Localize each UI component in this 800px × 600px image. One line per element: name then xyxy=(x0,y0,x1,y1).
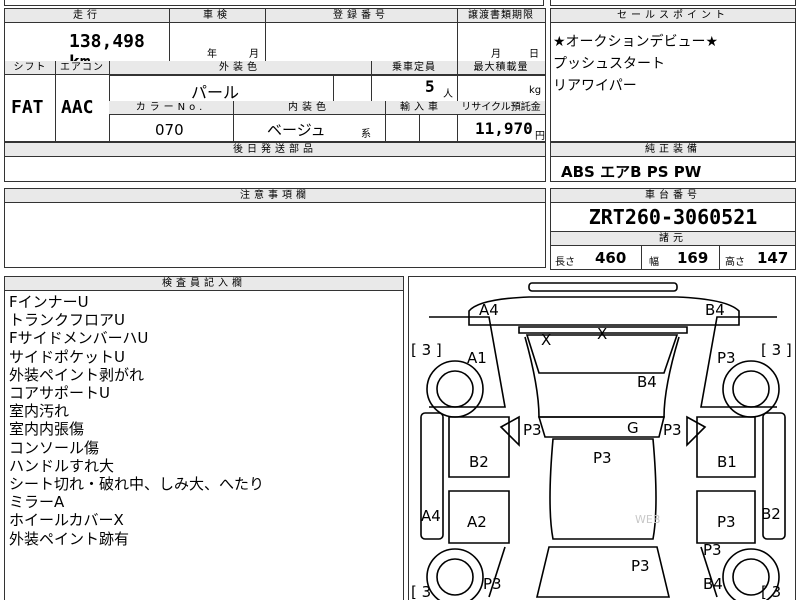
chassis-value: ZRT260-3060521 xyxy=(588,205,758,229)
top-strip-right xyxy=(550,0,796,6)
interior-color-suffix: 系 xyxy=(361,129,371,140)
exterior-color-label: 外装色 xyxy=(109,61,371,75)
mark-bracket-tl: [ 3 ] xyxy=(411,341,442,359)
vehicle-info-table: 走行 車検 登録番号 譲渡書類期限 138,498 km 年 月 月 日 シフト… xyxy=(4,8,546,142)
max-load-unit: kg xyxy=(529,85,542,96)
watermark: WEB xyxy=(635,513,661,526)
mark-bracket-bl: [ 3 xyxy=(411,583,432,600)
color-no-value: 070 xyxy=(155,121,184,139)
remark-line: 外装ペイント剥がれ xyxy=(9,365,145,384)
mark-x1: X xyxy=(541,331,552,349)
chassis-box: 車台番号 ZRT260-3060521 諸元 長さ 460 幅 169 高さ 1… xyxy=(550,188,796,270)
interior-color-label: 内装色 xyxy=(233,101,385,115)
aircon-label: エアコン xyxy=(55,61,109,75)
sales-points-box: セールスポイント ★オークションデビュー★ プッシュスタート リアワイパー xyxy=(550,8,796,142)
color-no-label: カラーNo. xyxy=(109,101,233,115)
mark-p3-bottom-left: P3 xyxy=(483,575,502,593)
remark-line: トランクフロアU xyxy=(9,311,125,330)
transfer-day: 日 xyxy=(529,49,539,60)
equipment-box: 純正装備 ABS エアB PS PW xyxy=(550,142,796,182)
width-label: 幅 xyxy=(649,257,659,268)
later-parts-box: 後日発送部品 xyxy=(4,142,546,182)
top-strip xyxy=(4,0,544,6)
mark-b2-left: B2 xyxy=(469,453,489,471)
chassis-label: 車台番号 xyxy=(551,189,795,203)
mark-a1: A1 xyxy=(467,349,487,367)
remark-line: ミラーA xyxy=(9,493,65,512)
mark-b2-right: B2 xyxy=(761,505,781,523)
transfer-label: 譲渡書類期限 xyxy=(457,9,545,23)
mark-p3-right-lower: P3 xyxy=(703,541,722,559)
import-label: 輸入車 xyxy=(385,101,457,115)
mark-g: G xyxy=(627,419,639,437)
max-load-label: 最大積載量 xyxy=(457,61,545,75)
remark-line: 室内内張傷 xyxy=(9,420,85,439)
length-value: 460 xyxy=(595,249,627,267)
capacity-unit: 人 xyxy=(443,89,453,100)
sales-point-3: リアワイパー xyxy=(553,78,637,94)
aircon-value: AAC xyxy=(61,97,94,118)
dimensions-label: 諸元 xyxy=(551,232,795,246)
mileage-number: 138,498 xyxy=(69,31,145,52)
transfer-month: 月 xyxy=(491,49,501,60)
mark-a4-top: A4 xyxy=(479,301,499,319)
inspector-label: 検査員記入欄 xyxy=(5,277,403,291)
mark-p3-left-mid: P3 xyxy=(523,421,542,439)
shaken-month: 月 xyxy=(249,49,259,60)
equipment-value: ABS エアB PS PW xyxy=(561,163,702,181)
mark-p3-bottom-center: P3 xyxy=(631,557,650,575)
mark-p3-center: P3 xyxy=(593,449,612,467)
shift-label: シフト xyxy=(5,61,55,75)
notes-box: 注意事項欄 xyxy=(4,188,546,268)
capacity-label: 乗車定員 xyxy=(371,61,457,75)
sales-point-1: ★オークションデビュー★ xyxy=(553,34,719,50)
recycle-label: リサイクル預託金 xyxy=(457,101,545,115)
remark-line: ハンドルすれ大 xyxy=(9,456,115,475)
sales-point-2: プッシュスタート xyxy=(553,56,665,72)
shift-value: FAT xyxy=(11,97,44,118)
mark-bracket-br: [ 3 xyxy=(761,583,782,600)
notes-label: 注意事項欄 xyxy=(5,189,545,203)
mark-b1-right: B1 xyxy=(717,453,737,471)
mileage-label: 走行 xyxy=(5,9,169,23)
remark-line: FサイドメンバーハU xyxy=(9,329,149,348)
mark-x2: X xyxy=(597,325,608,343)
length-label: 長さ xyxy=(555,257,575,268)
remark-line: FインナーU xyxy=(9,293,89,311)
remark-line: ホイールカバーX xyxy=(9,511,124,530)
mark-a2-left: A2 xyxy=(467,513,487,531)
mark-bracket-tr: [ 3 ] xyxy=(761,341,792,359)
remark-line: シート切れ・破れ中、しみ大、へたり xyxy=(9,475,265,494)
car-diagram-box: A4 B4 X X [ 3 ] [ 3 ] A1 P3 B4 P3 G P3 B… xyxy=(408,276,796,600)
sales-points-label: セールスポイント xyxy=(551,9,795,23)
remark-line: サイドポケットU xyxy=(9,347,125,366)
remark-line: 室内汚れ xyxy=(9,402,70,421)
mark-p3-right-mid: P3 xyxy=(663,421,682,439)
mark-b4-bottom: B4 xyxy=(703,575,723,593)
shaken-label: 車検 xyxy=(169,9,265,23)
capacity-value: 5 xyxy=(425,77,435,96)
interior-color-value: ベージュ xyxy=(267,121,326,139)
mark-a4-left: A4 xyxy=(421,507,441,525)
exterior-color-value: パール xyxy=(191,83,240,102)
mark-b4-top: B4 xyxy=(705,301,725,319)
recycle-value: 11,970 xyxy=(475,119,533,138)
mark-b4-roof: B4 xyxy=(637,373,657,391)
equipment-label: 純正装備 xyxy=(551,143,795,157)
inspector-box: 検査員記入欄 FインナーU トランクフロアU FサイドメンバーハU サイドポケッ… xyxy=(4,276,404,600)
remark-line: 外装ペイント跡有 xyxy=(9,529,130,548)
remark-line: コンソール傷 xyxy=(9,438,100,457)
shaken-year: 年 xyxy=(207,49,217,60)
height-value: 147 xyxy=(757,249,789,267)
recycle-unit: 円 xyxy=(535,131,545,142)
height-label: 高さ xyxy=(725,257,745,268)
later-parts-label: 後日発送部品 xyxy=(5,143,545,157)
width-value: 169 xyxy=(677,249,709,267)
inspector-remarks: FインナーU トランクフロアU FサイドメンバーハU サイドポケットU 外装ペイ… xyxy=(9,293,264,548)
registration-label: 登録番号 xyxy=(265,9,457,23)
mark-p3-right-low: P3 xyxy=(717,513,736,531)
mark-p3-right-top: P3 xyxy=(717,349,736,367)
remark-line: コアサポートU xyxy=(9,384,110,403)
